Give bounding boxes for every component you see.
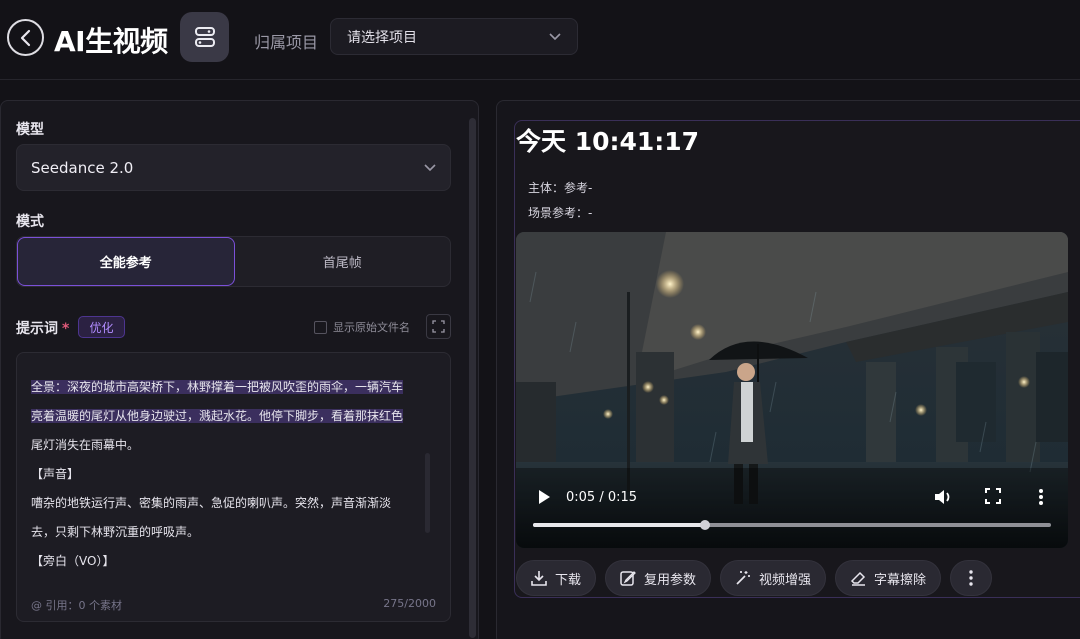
project-label: 归属项目 [254,33,319,52]
mode-label: 模式 [16,214,44,230]
more-vertical-icon [969,570,973,586]
chevron-down-icon [549,32,561,40]
show-filename-label: 显示原始文件名 [333,321,410,334]
video-progress-fill [533,523,706,527]
settings-scrollbar[interactable] [469,118,476,638]
mode-toggle: 全能参考 首尾帧 [16,236,451,287]
mode-option-all-reference[interactable]: 全能参考 [17,237,235,286]
expand-button[interactable] [426,314,451,339]
char-count: 275/2000 [383,597,436,610]
server-icon [194,27,215,47]
download-label: 下载 [555,572,582,588]
video-time: 0:05 / 0:15 [566,490,638,505]
prompt-line: 亮着温暖的尾灯从他身边驶过，溅起水花。他停下脚步，看着那抹红色 [31,409,404,423]
prompt-line: 尾灯消失在雨幕中。 [31,438,140,452]
subject-reference: 主体：参考- [528,181,593,195]
prompt-line: 【声音】 [31,467,80,481]
edit-icon [620,571,636,586]
more-vertical-icon[interactable] [1038,488,1044,506]
reuse-params-button[interactable]: 复用参数 [605,560,712,596]
mode-option-first-last-frame[interactable]: 首尾帧 [235,237,451,286]
show-filename-toggle[interactable]: 显示原始文件名 [314,316,410,338]
prompt-label: 提示词 * [16,321,70,337]
prompt-textarea[interactable]: 全景：深夜的城市高架桥下，林野撑着一把被风吹歪的雨伞，一辆汽车 亮着温暖的尾灯从… [16,352,451,622]
top-bar: AI生视频 归属项目 请选择项目 [0,0,1080,80]
prompt-header: 提示词 * 优化 显示原始文件名 [16,314,451,339]
result-timestamp: 今天 10:41:17 [516,127,700,156]
expand-icon [432,320,445,333]
volume-icon[interactable] [933,488,953,506]
prompt-line: 嘈杂的地铁运行声、密集的雨声、急促的喇叭声。突然，声音渐渐淡 [31,496,392,510]
subtitle-erase-label: 字幕擦除 [874,572,927,588]
chevron-down-icon [424,163,436,171]
optimize-button[interactable]: 优化 [78,316,125,338]
prompt-line: 全景：深夜的城市高架桥下，林野撑着一把被风吹歪的雨伞，一辆汽车 [31,380,404,394]
chevron-left-icon [20,29,30,46]
required-mark: * [62,321,70,337]
video-player[interactable]: 0:05 / 0:15 [516,232,1068,548]
reuse-params-label: 复用参数 [644,572,697,588]
reference-count: @ 引用：0 个素材 [31,599,122,612]
prompt-line: 【旁白（VO）】 [31,554,115,568]
eraser-icon [850,571,866,586]
model-label: 模型 [16,122,44,138]
result-actions: 下载 复用参数 视频增强 字幕擦除 [516,560,993,596]
back-button[interactable] [7,19,44,56]
prompt-scrollbar[interactable] [425,453,430,533]
scene-reference: 场景参考：- [528,206,593,220]
prompt-text: 全景：深夜的城市高架桥下，林野撑着一把被风吹歪的雨伞，一辆汽车 亮着温暖的尾灯从… [31,373,419,576]
video-enhance-label: 视频增强 [759,572,812,588]
storage-toggle-button[interactable] [180,12,229,62]
subtitle-erase-button[interactable]: 字幕擦除 [835,560,942,596]
download-icon [531,571,547,586]
page-title: AI生视频 [54,25,168,58]
project-select[interactable]: 请选择项目 [330,18,578,55]
prompt-line: 去，只剩下林野沉重的呼吸声。 [31,525,200,539]
project-select-value: 请选择项目 [347,29,417,46]
more-actions-button[interactable] [950,560,993,596]
model-select-value: Seedance 2.0 [31,158,134,177]
video-enhance-button[interactable]: 视频增强 [720,560,827,596]
model-select[interactable]: Seedance 2.0 [16,144,451,191]
play-icon[interactable] [536,488,552,506]
video-progress-bar[interactable] [533,520,1051,530]
download-button[interactable]: 下载 [516,560,597,596]
magic-wand-icon [736,571,751,585]
fullscreen-icon[interactable] [985,488,1001,504]
show-filename-checkbox[interactable] [314,320,327,334]
